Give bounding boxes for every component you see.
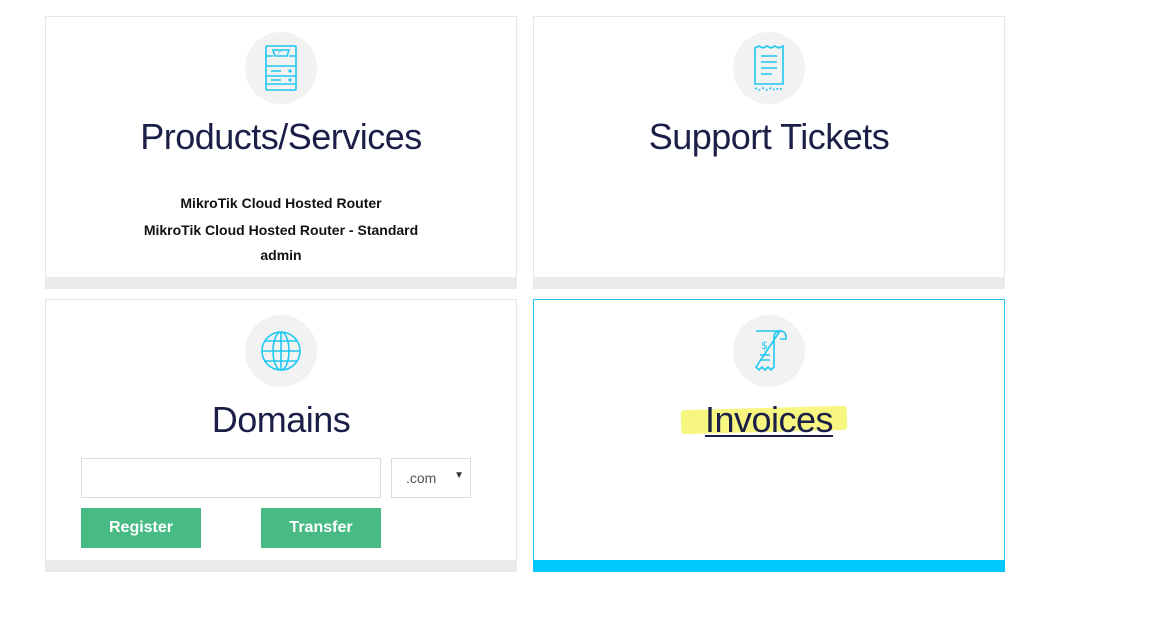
domain-search-input[interactable]: [81, 458, 381, 498]
service-line-3: admin: [260, 247, 302, 263]
globe-icon: [245, 315, 317, 387]
tld-selected-value: .com: [406, 470, 437, 486]
svg-text:P: P: [278, 49, 282, 56]
service-line-1[interactable]: MikroTik Cloud Hosted Router: [46, 195, 516, 211]
products-services-card[interactable]: P Products/Services MikroTik Cloud Hoste…: [45, 16, 517, 289]
card-footer-bar: [45, 560, 517, 572]
invoices-title-link[interactable]: Invoices: [534, 399, 1004, 441]
card-footer-bar: [45, 277, 517, 289]
receipt-icon: [733, 32, 805, 104]
register-button[interactable]: Register: [81, 508, 201, 548]
svg-text:$: $: [761, 339, 768, 352]
server-icon: P: [245, 32, 317, 104]
card-footer-bar: [533, 277, 1005, 289]
domains-card: Domains .com ▼ Register Transfer: [45, 299, 517, 572]
products-services-title[interactable]: Products/Services: [46, 116, 516, 158]
invoices-card[interactable]: $ Invoices: [533, 299, 1005, 572]
tld-select[interactable]: .com ▼: [391, 458, 471, 498]
transfer-button[interactable]: Transfer: [261, 508, 381, 548]
dropdown-arrow-icon: ▼: [454, 470, 464, 481]
card-footer-bar: [533, 560, 1005, 572]
support-tickets-title[interactable]: Support Tickets: [534, 116, 1004, 158]
support-tickets-card[interactable]: Support Tickets: [533, 16, 1005, 289]
invoice-icon: $: [733, 315, 805, 387]
domains-title[interactable]: Domains: [46, 399, 516, 441]
service-line-2[interactable]: MikroTik Cloud Hosted Router - Standard: [46, 222, 516, 238]
